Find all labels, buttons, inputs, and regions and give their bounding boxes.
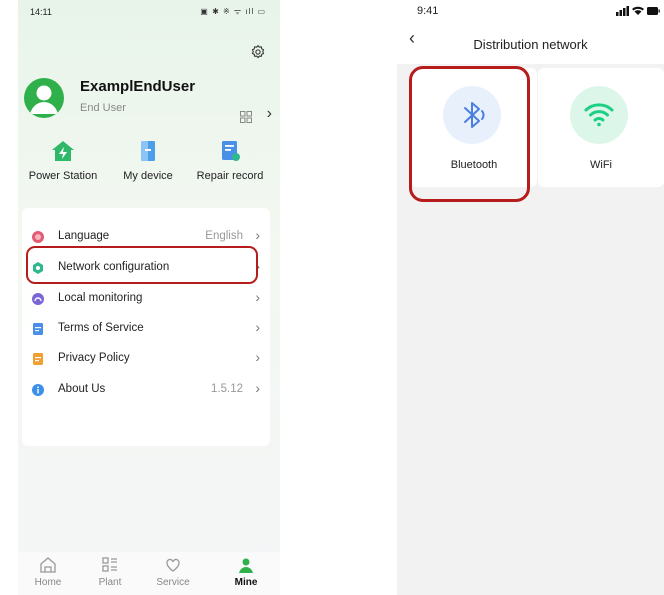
- device-icon: [141, 141, 155, 161]
- nav-home[interactable]: Home: [20, 556, 76, 588]
- power-station-icon: [52, 141, 74, 161]
- status-icons: ▣ ✱ ※ ᯤ ıll ▭: [200, 7, 266, 16]
- nav-label: Home: [34, 577, 62, 588]
- settings-menu: Language English › Network configuration…: [22, 208, 270, 446]
- user-avatar-icon: [30, 85, 58, 114]
- home-icon: [40, 557, 56, 573]
- settings-gear-icon[interactable]: [250, 44, 266, 60]
- user-name: ExamplEndUser: [80, 78, 196, 95]
- qr-code-icon[interactable]: [240, 111, 252, 123]
- menu-item-terms-of-service[interactable]: Terms of Service ›: [22, 314, 270, 344]
- quick-action-my-device[interactable]: My device: [103, 140, 193, 182]
- wifi-icon: [584, 103, 614, 127]
- nav-label: Service: [156, 577, 190, 588]
- status-bar: 14:11 ▣ ✱ ※ ᯤ ıll ▭: [18, 0, 280, 22]
- repair-record-icon: [222, 141, 240, 161]
- nav-plant[interactable]: Plant: [82, 556, 138, 588]
- chevron-right-icon: ›: [255, 319, 260, 335]
- page-header: ‹ Distribution network: [397, 24, 664, 64]
- network-configuration-highlight: [26, 246, 258, 284]
- chevron-right-icon: ›: [255, 227, 260, 243]
- chevron-right-icon: ›: [255, 289, 260, 305]
- quick-action-repair-record[interactable]: Repair record: [185, 140, 275, 182]
- mine-screen: 14:11 ▣ ✱ ※ ᯤ ıll ▭ ExamplEndUser End Us…: [18, 0, 280, 595]
- status-bar: 9:41: [397, 0, 664, 24]
- mine-icon: [239, 558, 253, 573]
- nav-label: Mine: [234, 577, 258, 588]
- menu-item-privacy-policy[interactable]: Privacy Policy ›: [22, 344, 270, 374]
- menu-item-value: 1.5.12: [211, 383, 243, 395]
- quick-action-power-station[interactable]: Power Station: [18, 140, 108, 182]
- menu-item-about-us[interactable]: About Us 1.5.12 ›: [22, 375, 270, 405]
- menu-item-value: English: [205, 230, 243, 242]
- wifi-option[interactable]: WiFi: [538, 68, 664, 187]
- menu-item-label: Language: [58, 230, 110, 242]
- local-monitoring-icon: [32, 293, 44, 305]
- method-label: WiFi: [590, 159, 612, 171]
- privacy-icon: [33, 353, 43, 365]
- bluetooth-highlight: [409, 66, 530, 202]
- menu-item-label: Terms of Service: [58, 322, 144, 334]
- profile-header[interactable]: ExamplEndUser End User ›: [18, 78, 280, 123]
- menu-item-local-monitoring[interactable]: Local monitoring ›: [22, 284, 270, 314]
- nav-mine[interactable]: Mine: [218, 556, 274, 588]
- status-time: 9:41: [417, 5, 439, 17]
- chevron-right-icon: ›: [255, 349, 260, 365]
- nav-service[interactable]: Service: [145, 556, 201, 588]
- quick-actions: Power Station My device Repair record: [18, 140, 280, 188]
- menu-item-label: About Us: [58, 383, 106, 395]
- bottom-navigation: Home Plant Service Mine: [18, 552, 280, 595]
- about-icon: [32, 384, 44, 396]
- plant-icon: [102, 557, 117, 572]
- menu-item-label: Privacy Policy: [58, 352, 130, 364]
- language-icon: [32, 231, 44, 243]
- distribution-network-screen: 9:41 ‹ Distribution network Bluetooth Wi…: [397, 0, 664, 595]
- chevron-right-icon: ›: [255, 380, 260, 396]
- avatar[interactable]: [24, 78, 64, 118]
- service-icon: [166, 558, 180, 572]
- terms-icon: [33, 323, 43, 335]
- menu-item-label: Local monitoring: [58, 292, 143, 304]
- status-time: 14:11: [30, 7, 52, 17]
- status-icons: [616, 6, 660, 16]
- chevron-right-icon[interactable]: ›: [267, 105, 272, 123]
- wifi-icon-circle: [570, 86, 628, 144]
- quick-action-label: Power Station: [28, 170, 98, 182]
- nav-label: Plant: [98, 577, 122, 588]
- quick-action-label: Repair record: [196, 170, 264, 182]
- user-role: End User: [80, 102, 126, 114]
- quick-action-label: My device: [123, 170, 173, 182]
- page-title: Distribution network: [473, 37, 588, 52]
